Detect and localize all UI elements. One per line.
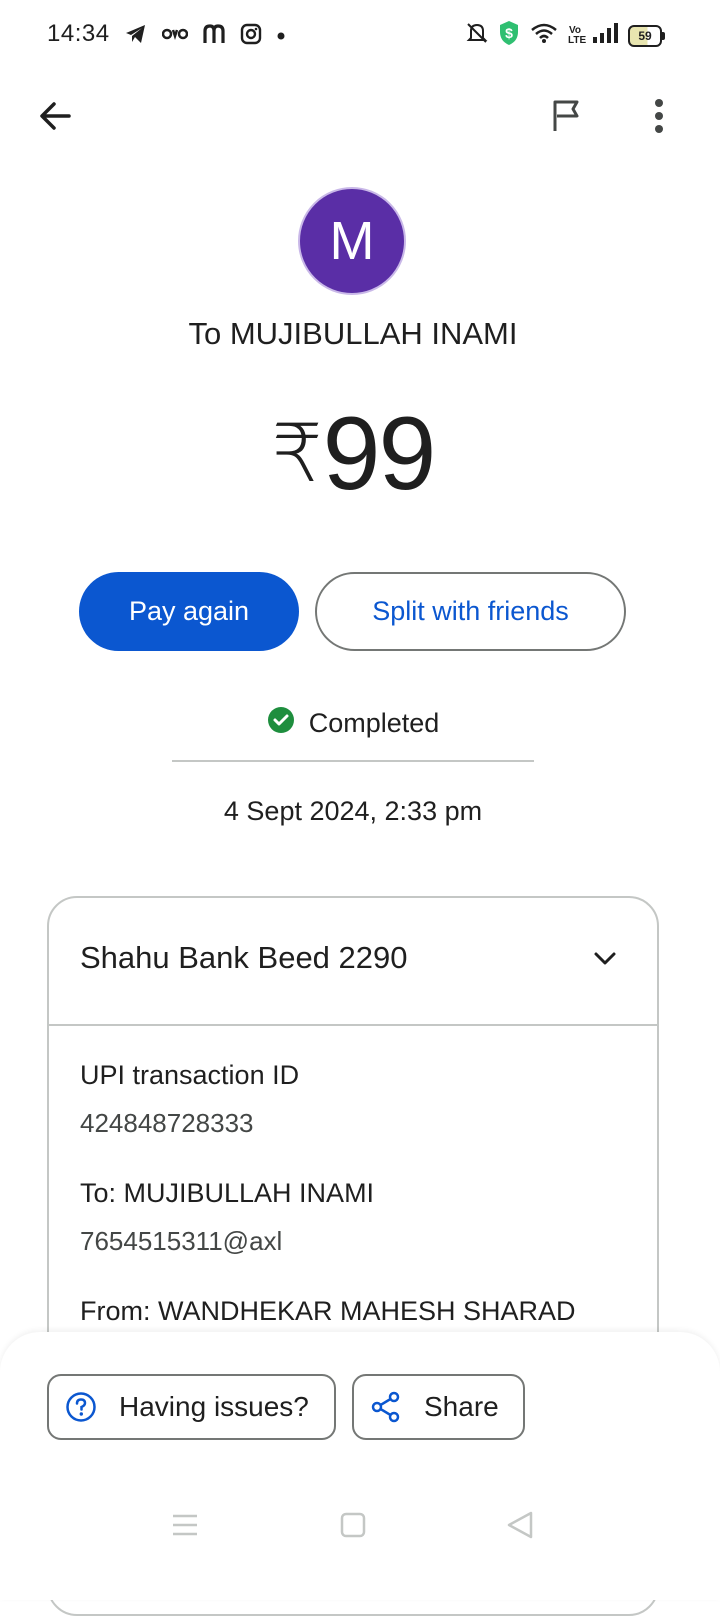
report-button[interactable] [538,90,594,146]
upi-id-value: 424848728333 [80,1108,254,1138]
signal-icon [592,22,618,49]
divider [172,760,534,762]
shield-dollar-icon: $ [498,20,520,51]
bank-account-name: Shahu Bank Beed 2290 [80,940,408,975]
svg-text:$: $ [505,25,513,41]
recipient-name: To MUJIBULLAH INAMI [188,316,518,351]
oyo-icon [161,27,189,46]
upi-id-label: UPI transaction ID [80,1060,300,1090]
share-icon [370,1391,402,1423]
having-issues-label: Having issues? [119,1391,309,1422]
amount-value: 99 [322,396,437,512]
to-label: To: MUJIBULLAH INAMI [80,1178,375,1208]
check-circle-icon [267,706,295,741]
back-button[interactable] [27,90,83,146]
flag-icon [551,99,581,138]
dot-icon [276,28,286,46]
wifi-icon [530,22,558,49]
help-circle-icon [65,1391,97,1423]
status-time: 14:34 [47,20,110,47]
having-issues-button[interactable]: Having issues? [47,1374,336,1440]
transaction-datetime: 4 Sept 2024, 2:33 pm [223,796,483,826]
transaction-status: Completed [0,706,706,741]
m-app-icon [202,23,226,50]
share-button[interactable]: Share [352,1374,525,1440]
status-right-icons: $ Vo LTE 59 [466,20,665,51]
status-left-icons [124,22,286,51]
pay-again-button[interactable]: Pay again [79,572,299,651]
amount: ₹99 [0,395,706,514]
menu-icon[interactable] [171,1512,199,1543]
telegram-icon [124,22,148,51]
more-vert-icon [654,98,664,139]
avatar: M [298,187,406,295]
bell-off-icon [466,21,488,50]
arrow-left-icon [37,98,73,139]
split-with-friends-button[interactable]: Split with friends [315,572,626,651]
status-label: Completed [308,708,440,738]
system-navigation-bar [0,1490,720,1560]
status-bar: 14:34 $ Vo LTE 59 [0,0,720,72]
battery-icon: 59 [628,24,665,47]
share-label: Share [424,1391,499,1422]
from-label: From: WANDHEKAR MAHESH SHARAD [80,1296,576,1326]
to-upi-value: 7654515311@axl [80,1226,283,1256]
more-options-button[interactable] [631,90,687,146]
currency-symbol: ₹ [271,409,323,498]
instagram-icon [240,23,262,50]
bank-account-header[interactable]: Shahu Bank Beed 2290 [49,898,657,1026]
home-square-icon[interactable] [340,1512,366,1543]
volte-icon: Vo LTE [568,24,587,46]
chevron-down-icon [591,944,619,977]
back-triangle-icon[interactable] [505,1510,535,1545]
